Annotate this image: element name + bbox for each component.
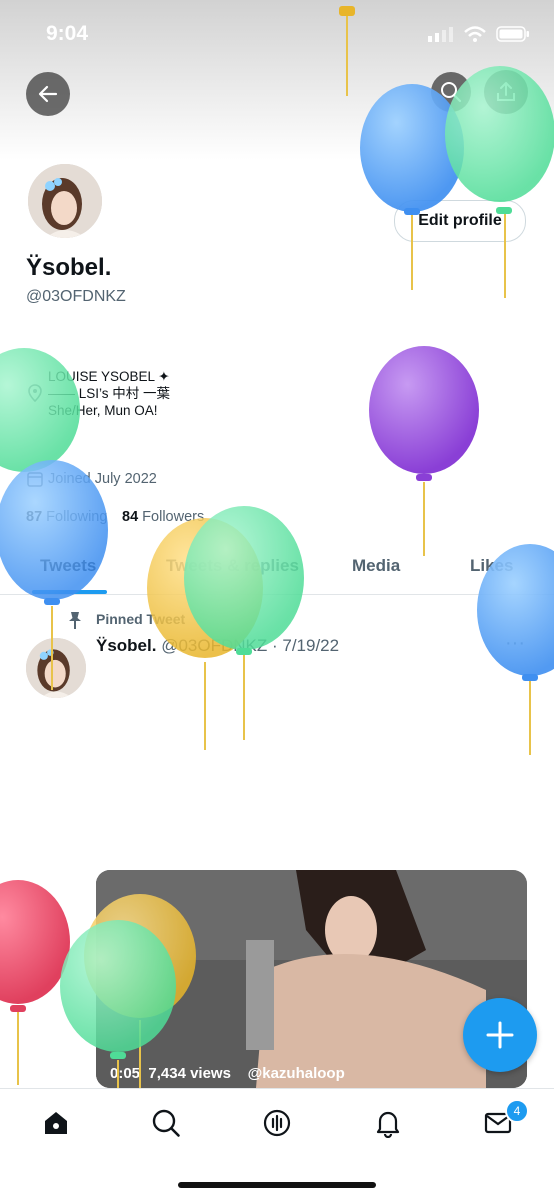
- nav-home[interactable]: [40, 1107, 72, 1139]
- balloon-green-mid: [184, 506, 304, 740]
- nav-spaces[interactable]: [261, 1107, 293, 1139]
- tweet-author: Ÿsobel.: [96, 636, 157, 655]
- bio-line-2: —— LSI’s 中村 一葉: [48, 386, 171, 401]
- arrow-left-icon: [38, 85, 58, 103]
- system-icons: [428, 26, 530, 42]
- tab-tweets[interactable]: Tweets: [40, 556, 96, 576]
- balloon-purple: [369, 346, 479, 556]
- location-icon: [28, 384, 42, 402]
- bell-icon: [376, 1111, 400, 1138]
- search-icon: [441, 82, 462, 103]
- followers-link[interactable]: 84 Followers: [122, 509, 204, 525]
- home-indicator: [178, 1182, 376, 1188]
- pinned-tweet-label: Pinned Tweet: [96, 611, 186, 627]
- spaces-icon: [263, 1109, 291, 1137]
- profile-avatar[interactable]: [26, 162, 104, 240]
- video-credit: @kazuhaloop: [247, 1065, 345, 1082]
- search-icon: [152, 1109, 180, 1137]
- tab-media[interactable]: Media: [352, 556, 400, 576]
- joined-date: Joined July 2022: [48, 471, 157, 487]
- profile-name: Ÿsobel.: [26, 254, 112, 281]
- calendar-icon: [27, 472, 43, 487]
- profile-bio: LOUISE YSOBEL ✦ —— LSI’s 中村 一葉 She/Her, …: [48, 368, 170, 419]
- video-overlay: 0:05 7,434 views @kazuhaloop: [110, 1065, 345, 1082]
- followers-count: 84: [122, 509, 139, 525]
- edit-profile-button[interactable]: Edit profile: [394, 200, 526, 242]
- video-duration: 0:05: [110, 1065, 141, 1082]
- messages-badge: 4: [505, 1099, 529, 1123]
- status-bar: 9:04: [0, 20, 554, 50]
- bio-line-1: LOUISE YSOBEL ✦: [48, 369, 170, 384]
- profile-handle: @03OFDNKZ: [26, 288, 126, 305]
- tweet-handle-date: @03OFDNKZ · 7/19/22: [161, 636, 340, 655]
- back-button[interactable]: [26, 72, 70, 116]
- nav-search[interactable]: [150, 1107, 182, 1139]
- share-icon: [497, 82, 515, 101]
- compose-tweet-button[interactable]: [463, 998, 537, 1072]
- home-icon: [45, 1112, 67, 1134]
- status-time: 9:04: [46, 22, 89, 45]
- video-views: 7,434 views: [148, 1065, 231, 1082]
- more-options-icon[interactable]: ···: [505, 632, 525, 655]
- profile-tabs: Tweets Tweets & replies Media Likes: [0, 550, 554, 595]
- video-thumbnail: [96, 870, 527, 1088]
- search-button[interactable]: [431, 72, 471, 112]
- followers-label: Followers: [142, 509, 205, 525]
- tweet-avatar[interactable]: [26, 638, 86, 698]
- battery-icon: [496, 26, 529, 42]
- plus-icon: [486, 1021, 514, 1049]
- following-label: Following: [46, 509, 108, 525]
- nav-notifications[interactable]: [372, 1107, 404, 1139]
- avatar-image: [28, 164, 102, 238]
- following-count: 87: [26, 509, 43, 525]
- active-tab-indicator: [32, 590, 107, 594]
- pin-icon: [69, 612, 81, 629]
- tweet-header: Ÿsobel. @03OFDNKZ · 7/19/22: [96, 636, 339, 656]
- following-link[interactable]: 87 Following: [26, 509, 107, 525]
- share-button[interactable]: [484, 70, 528, 114]
- wifi-icon: [464, 26, 486, 42]
- signal-icon: [428, 27, 453, 42]
- balloon-red: [0, 880, 70, 1085]
- tab-likes[interactable]: Likes: [470, 556, 513, 576]
- tweet-video[interactable]: 0:05 7,434 views @kazuhaloop: [96, 870, 527, 1088]
- bio-line-3: She/Her, Mun OA!: [48, 403, 158, 418]
- avatar-image: [26, 638, 86, 698]
- tab-tweets-replies[interactable]: Tweets & replies: [166, 556, 299, 576]
